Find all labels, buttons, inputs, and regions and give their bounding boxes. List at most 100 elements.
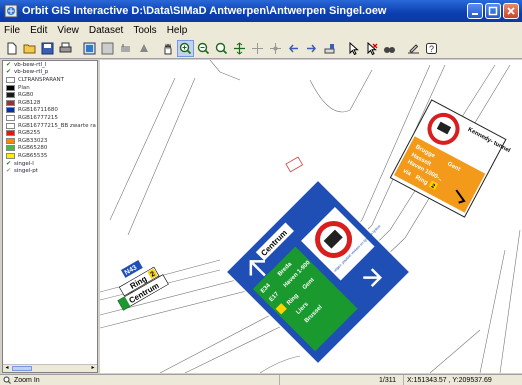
map-svg: Brugge Gent Hasselt Haven 1000-.. via Ri… [100, 60, 521, 373]
legend-class-row: RGB16711680 [3, 107, 97, 115]
back-button[interactable] [285, 40, 302, 57]
delete-icon [367, 42, 378, 55]
draw-icon [408, 44, 419, 54]
maximize-button[interactable] [485, 3, 501, 19]
legend-swatch [6, 99, 15, 106]
binoculars-button[interactable] [381, 40, 398, 57]
scroll-left-arrow-icon[interactable]: ◂ [3, 365, 11, 372]
pointer-icon [349, 42, 359, 55]
maximize-icon [488, 6, 498, 16]
legend-label: singel-pt [14, 168, 38, 175]
draw-button[interactable] [405, 40, 422, 57]
select-button[interactable] [117, 40, 134, 57]
help-button[interactable]: ? [423, 40, 440, 57]
legend-swatch [6, 107, 15, 114]
help-icon: ? [426, 43, 437, 54]
legend-swatch [6, 130, 15, 137]
legend-swatch [6, 152, 15, 159]
legend-layer-row[interactable]: ✔ vb-bew-rtl_p [3, 69, 97, 77]
zoom-window-icon [215, 42, 228, 55]
measure-button[interactable] [321, 40, 338, 57]
layer-visibility-checkbox[interactable]: ✔ [6, 168, 12, 174]
legend-swatch [6, 114, 15, 121]
sign-left[interactable]: N43 Ring 2 Centrum [105, 253, 169, 311]
legend-class-row: Plan [3, 84, 97, 92]
binoculars-icon [384, 47, 395, 53]
legend-label: RGB33023 [18, 137, 48, 144]
svg-text:?: ? [429, 44, 434, 54]
move-button[interactable] [135, 40, 152, 57]
layer-visibility-checkbox[interactable]: ✔ [6, 69, 12, 75]
new-icon [7, 42, 17, 55]
layer-legend-panel: ✔ vb-bew-rtl_l ✔ vb-bew-rtl_p CLTRANSPARANT P… [2, 60, 98, 373]
status-scale-text: 1/311 [379, 376, 396, 384]
legend-label: RGB128 [18, 99, 41, 106]
move-layer-button[interactable] [267, 40, 284, 57]
legend-list: ✔ vb-bew-rtl_l ✔ vb-bew-rtl_p CLTRANSPARANT P… [3, 61, 97, 175]
grid-button[interactable] [99, 40, 116, 57]
legend-swatch [6, 137, 15, 144]
save-icon [41, 42, 54, 55]
map-canvas[interactable]: Brugge Gent Hasselt Haven 1000-.. via Ri… [100, 60, 522, 373]
scrollbar-thumb[interactable] [12, 366, 32, 371]
scroll-right-arrow-icon[interactable]: ▸ [89, 365, 97, 372]
sign-top-right[interactable]: Brugge Gent Hasselt Haven 1000-.. via Ri… [389, 99, 514, 222]
open-button[interactable] [21, 40, 38, 57]
delete-button[interactable] [363, 40, 380, 57]
layer-visibility-checkbox[interactable]: ✔ [6, 161, 12, 167]
menu-edit[interactable]: Edit [30, 25, 47, 36]
zoom-extent-button[interactable] [231, 40, 248, 57]
menu-view[interactable]: View [57, 25, 79, 36]
menu-tools[interactable]: Tools [133, 25, 156, 36]
menu-file[interactable]: File [4, 25, 20, 36]
menu-dataset[interactable]: Dataset [89, 25, 123, 36]
legend-horizontal-scrollbar[interactable]: ◂ ▸ [3, 364, 97, 372]
pan-hand-button[interactable] [159, 40, 176, 57]
menu-help[interactable]: Help [167, 25, 188, 36]
status-coords-text: X:151343.57 , Y:209537.69 [407, 376, 492, 384]
status-left: Zoom In [0, 375, 280, 385]
legend-class-row: RGB65535 [3, 152, 97, 160]
pan-button[interactable] [249, 40, 266, 57]
grid-icon [101, 42, 114, 55]
legend-label: RGB16711680 [18, 107, 58, 114]
sign-center[interactable]: Centrum E34 Breda E17 Haven 1-900 Ring G… [225, 172, 418, 365]
selection-marker[interactable] [285, 156, 304, 173]
legend-class-row: RGB65280 [3, 145, 97, 153]
print-button[interactable] [57, 40, 74, 57]
close-icon [507, 7, 515, 15]
legend-class-row: RGB16777215_BB zwarte ra [3, 122, 97, 130]
legend-layer-row[interactable]: ✔ vb-bew-rtl_l [3, 61, 97, 69]
title-bar: Orbit GIS Interactive D:\Data\SIMaD Antw… [0, 0, 522, 22]
toolbar: ? [0, 39, 522, 59]
legend-label: RGB16777215_BB zwarte ra [18, 122, 96, 129]
new-button[interactable] [3, 40, 20, 57]
map-icon [83, 42, 96, 55]
legend-layer-row[interactable]: ✔ singel-l [3, 160, 97, 168]
zoom-in-icon [179, 42, 192, 55]
legend-label: Plan [18, 84, 30, 91]
layer-visibility-checkbox[interactable]: ✔ [6, 62, 12, 68]
back-icon [289, 44, 298, 53]
legend-class-row: RGB128 [3, 99, 97, 107]
legend-class-row: CLTRANSPARANT [3, 76, 97, 84]
legend-class-row: RGB16777215 [3, 114, 97, 122]
legend-label: CLTRANSPARANT [18, 76, 65, 83]
move-layer-icon [270, 43, 281, 54]
menu-bar: File Edit View Dataset Tools Help [0, 22, 522, 39]
pointer-button[interactable] [345, 40, 362, 57]
zoom-in-button[interactable] [177, 40, 194, 57]
zoom-window-button[interactable] [213, 40, 230, 57]
zoom-out-button[interactable] [195, 40, 212, 57]
forward-button[interactable] [303, 40, 320, 57]
legend-layer-row[interactable]: ✔ singel-pt [3, 167, 97, 175]
print-icon [59, 42, 72, 53]
save-button[interactable] [39, 40, 56, 57]
minimize-button[interactable] [467, 3, 483, 19]
map-button[interactable] [81, 40, 98, 57]
forward-icon [307, 44, 316, 53]
close-button[interactable] [503, 3, 519, 19]
legend-label: RGB0 [18, 92, 34, 99]
minimize-icon [472, 13, 478, 15]
select-icon [121, 44, 130, 52]
